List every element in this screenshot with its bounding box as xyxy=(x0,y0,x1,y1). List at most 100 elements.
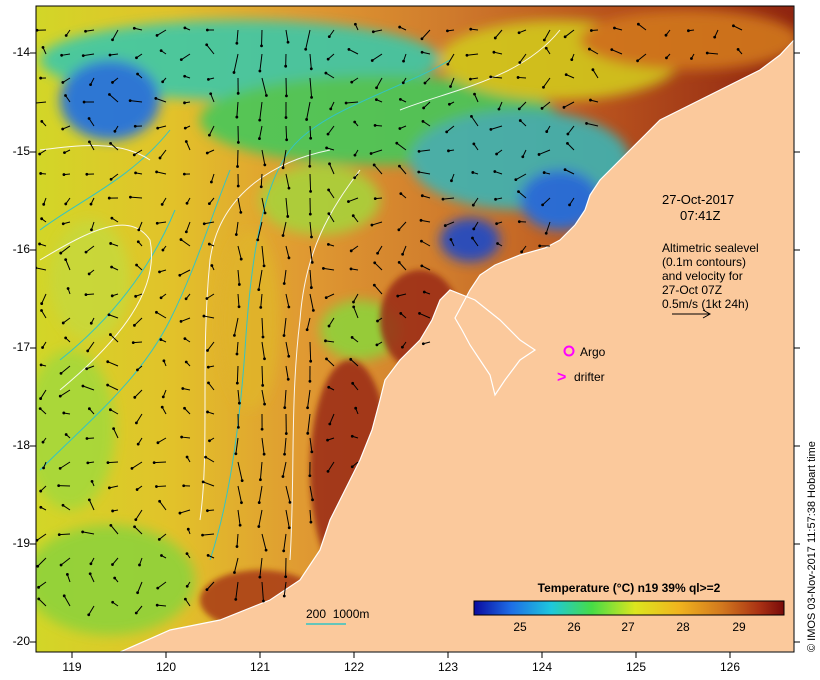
velocity-arrow-head xyxy=(206,410,209,414)
velocity-arrow-head xyxy=(107,313,111,317)
velocity-arrow-head xyxy=(205,43,209,47)
velocity-arrow-head xyxy=(40,119,44,123)
velocity-arrow-head xyxy=(185,584,189,588)
velocity-arrow-head xyxy=(262,452,266,456)
velocity-arrow-head xyxy=(256,238,260,242)
velocity-arrow-head xyxy=(353,176,357,180)
velocity-arrow-head xyxy=(205,588,209,592)
velocity-arrow-head xyxy=(89,202,93,206)
velocity-arrow-head xyxy=(87,498,91,502)
velocity-arrow-head xyxy=(285,94,288,98)
y-tick-label: -18 xyxy=(12,438,30,452)
y-tick-label: -15 xyxy=(12,144,30,158)
velocity-arrow-head xyxy=(308,164,312,168)
velocity-arrow-head xyxy=(705,51,709,55)
velocity-arrow-head xyxy=(179,320,183,323)
velocity-arrow-head xyxy=(287,354,291,358)
x-tick-label: 123 xyxy=(437,660,459,674)
velocity-arrow-head xyxy=(372,283,376,287)
velocity-arrow-head xyxy=(542,171,546,174)
velocity-arrow-head xyxy=(155,603,159,607)
velocity-arrow-head xyxy=(110,216,114,220)
velocity-arrow-head xyxy=(237,283,241,286)
velocity-arrow-head xyxy=(260,427,264,431)
velocity-arrow-head xyxy=(130,467,134,470)
velocity-arrow-head xyxy=(109,177,113,181)
velocity-arrow-head xyxy=(309,520,313,524)
velocity-arrow-head xyxy=(183,126,187,130)
velocity-arrow-head xyxy=(257,525,261,528)
velocity-arrow-head xyxy=(420,37,424,41)
velocity-arrow-head xyxy=(545,130,549,133)
velocity-arrow-head xyxy=(39,363,43,367)
velocity-arrow-head xyxy=(138,563,141,567)
velocity-arrow-head xyxy=(322,267,325,270)
velocity-arrow-head xyxy=(489,127,493,131)
velocity-arrow-head xyxy=(84,250,88,254)
velocity-arrow-head xyxy=(736,48,740,51)
velocity-arrow-head xyxy=(235,545,239,548)
velocity-arrow-head xyxy=(373,123,377,127)
velocity-arrow-head xyxy=(566,141,569,145)
velocity-arrow-head xyxy=(154,96,158,100)
velocity-arrow-head xyxy=(81,530,85,534)
velocity-arrow xyxy=(156,485,167,488)
velocity-arrow-head xyxy=(180,435,184,439)
velocity-arrow xyxy=(236,365,239,384)
velocity-arrow-head xyxy=(179,238,183,241)
velocity-arrow-head xyxy=(261,335,265,339)
velocity-arrow-head xyxy=(372,163,376,167)
velocity-arrow-head xyxy=(326,242,330,246)
velocity-arrow-head xyxy=(111,38,114,42)
velocity-arrow-head xyxy=(88,140,91,144)
velocity-arrow xyxy=(261,365,264,386)
x-tick-label: 124 xyxy=(531,660,553,674)
x-tick-label: 121 xyxy=(249,660,271,674)
velocity-arrow-head xyxy=(286,215,290,218)
velocity-arrow-head xyxy=(325,357,328,361)
velocity-arrow-head xyxy=(421,342,425,346)
velocity-arrow-head xyxy=(209,180,213,184)
velocity-arrow-head xyxy=(134,171,137,175)
velocity-arrow-head xyxy=(36,564,40,568)
velocity-arrow-head xyxy=(132,153,136,157)
velocity-arrow-head xyxy=(183,26,187,30)
velocity-arrow-head xyxy=(106,360,110,364)
velocity-arrow-head xyxy=(420,264,424,268)
velocity-arrow-head xyxy=(286,40,290,44)
velocity-arrow-head xyxy=(183,74,187,78)
velocity-arrow-head xyxy=(62,411,66,415)
colorbar-tick: 26 xyxy=(567,620,581,634)
velocity-arrow-head xyxy=(181,387,185,390)
velocity-arrow-head xyxy=(258,69,262,73)
velocity-arrow-head xyxy=(38,407,42,410)
velocity-arrow-head xyxy=(183,101,186,105)
velocity-arrow-head xyxy=(236,141,240,144)
velocity-arrow-head xyxy=(107,196,111,200)
velocity-arrow xyxy=(107,461,119,464)
velocity-arrow-head xyxy=(42,466,45,470)
velocity-arrow-head xyxy=(160,203,164,206)
drifter-marker: > xyxy=(557,369,566,386)
velocity-arrow-head xyxy=(371,30,375,34)
colorbar-tick: 27 xyxy=(621,620,635,634)
velocity-arrow-head xyxy=(206,509,209,513)
velocity-arrow-head xyxy=(544,231,548,235)
velocity-arrow-head xyxy=(636,59,639,63)
velocity-arrow-head xyxy=(562,105,566,109)
velocity-arrow-head xyxy=(107,486,111,490)
velocity-arrow-head xyxy=(443,224,447,227)
velocity-arrow-head xyxy=(374,98,378,102)
velocity-arrow-head xyxy=(113,576,117,580)
velocity-arrow-head xyxy=(517,220,521,224)
velocity-arrow-head xyxy=(282,594,286,598)
velocity-arrow-head xyxy=(86,461,90,465)
velocity-arrow-head xyxy=(516,76,520,79)
velocity-arrow-head xyxy=(353,153,357,157)
velocity-arrow-head xyxy=(159,338,163,341)
velocity-arrow-head xyxy=(421,119,425,123)
velocity-arrow-head xyxy=(441,197,445,201)
velocity-arrow-head xyxy=(134,518,138,522)
velocity-arrow-head xyxy=(493,36,497,40)
velocity-arrow-head xyxy=(286,377,290,381)
